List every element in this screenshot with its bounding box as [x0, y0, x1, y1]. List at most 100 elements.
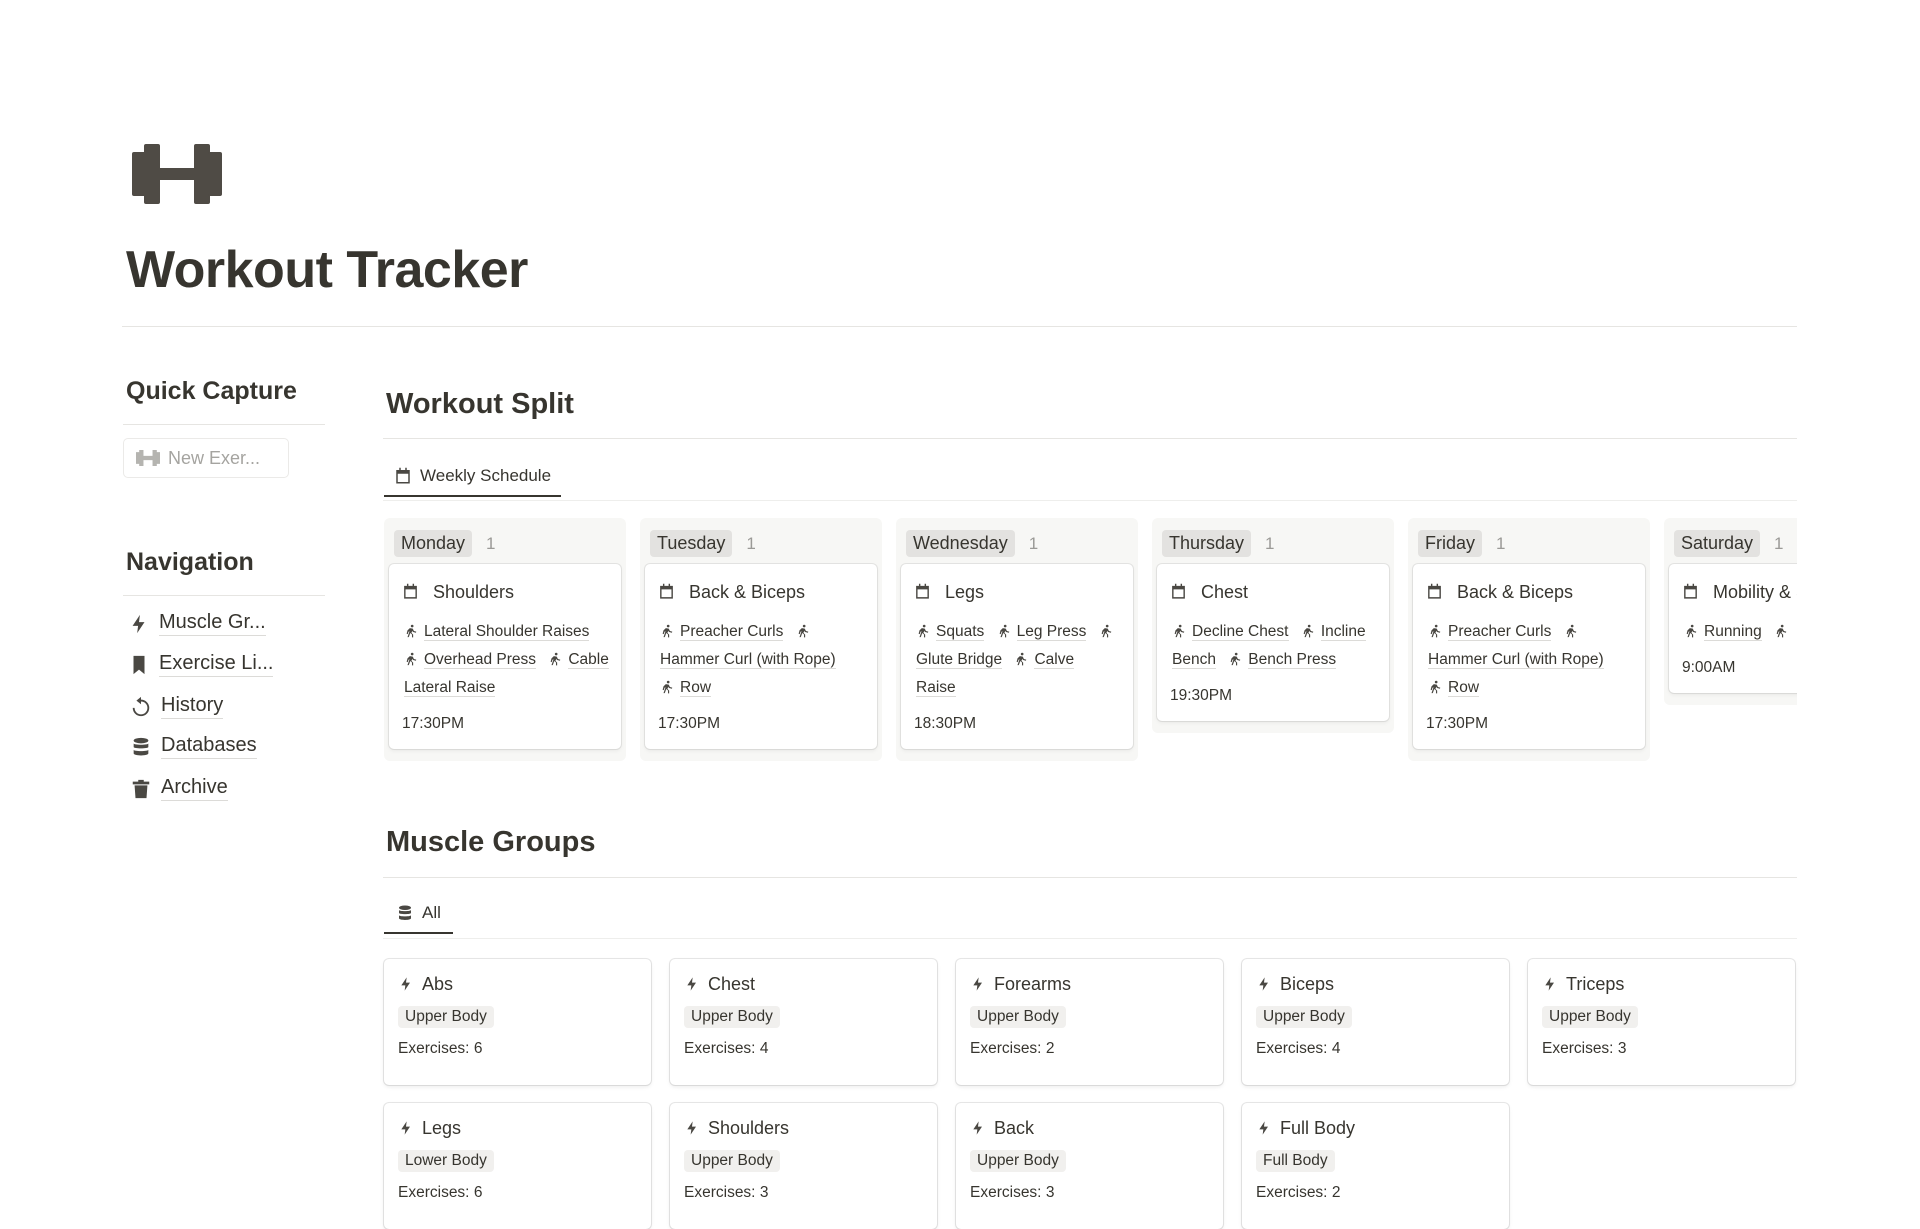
- day-label: Tuesday: [650, 530, 733, 557]
- exercise-link[interactable]: Decline Chest: [1172, 623, 1289, 641]
- exercise-link[interactable]: Running: [1684, 623, 1762, 641]
- muscle-group-card[interactable]: Forearms Upper Body Exercises: 2: [956, 959, 1223, 1085]
- tab-weekly-schedule[interactable]: Weekly Schedule: [384, 457, 562, 497]
- nav-label: History: [161, 694, 224, 719]
- column-count: 1: [1265, 533, 1275, 553]
- board-column-thursday: Thursday 1 Chest Decline Chest Incline Ben…: [1152, 518, 1394, 733]
- body-region-tag: Upper Body: [398, 1006, 494, 1028]
- column-count: 1: [1496, 533, 1506, 553]
- count-label: Exercises:: [684, 1040, 756, 1057]
- bolt-icon: [1259, 1121, 1268, 1135]
- exercise-link[interactable]: Row: [660, 679, 712, 697]
- muscle-group-card[interactable]: Back Upper Body Exercises: 3: [956, 1103, 1223, 1229]
- muscle-group-card[interactable]: Full Body Full Body Exercises: 2: [1242, 1103, 1509, 1229]
- exercise-link[interactable]: Leg Press: [997, 623, 1087, 641]
- exercise-name: Glute Bridge: [916, 651, 1003, 669]
- count-label: Exercises:: [970, 1040, 1042, 1057]
- database-icon: [133, 737, 149, 755]
- card-title: Back & Biceps: [1457, 582, 1574, 602]
- exercise-name: Row: [1448, 679, 1480, 697]
- exercise-list: Decline Chest Incline Bench Bench Press: [1170, 618, 1377, 674]
- exercise-name: Lateral Shoulder Raises: [424, 623, 590, 641]
- divider: [383, 500, 1797, 501]
- tab-all[interactable]: All: [384, 894, 453, 934]
- card-title: Shoulders: [433, 582, 515, 602]
- dumbbell-icon: [136, 450, 160, 466]
- exercise-link[interactable]: [1774, 623, 1794, 640]
- trash-icon: [132, 779, 150, 798]
- exercise-list: Preacher Curls Hammer Curl (with Rope) R…: [1426, 618, 1633, 702]
- workout-card[interactable]: Chest Decline Chest Incline Bench Bench P…: [1157, 564, 1389, 721]
- exercise-name: Running: [1704, 623, 1762, 641]
- exercise-count: Exercises: 6: [398, 1040, 637, 1058]
- exercise-name: Hammer Curl (with Rope): [660, 651, 836, 669]
- bolt-icon: [1259, 977, 1268, 991]
- exercise-list: Preacher Curls Hammer Curl (with Rope) R…: [658, 618, 865, 702]
- runner-icon: [1174, 624, 1185, 638]
- dumbbell-icon: [132, 144, 222, 204]
- muscle-group-name: Triceps: [1566, 973, 1625, 994]
- count-label: Exercises:: [1256, 1184, 1328, 1201]
- exercise-list: Running: [1682, 618, 1797, 646]
- exercise-link[interactable]: Preacher Curls: [1428, 623, 1552, 641]
- nav-history[interactable]: History: [130, 694, 224, 719]
- workout-card[interactable]: Back & Biceps Preacher Curls Hammer Curl …: [645, 564, 877, 749]
- bolt-icon: [401, 977, 410, 991]
- exercise-link[interactable]: Squats: [916, 623, 985, 641]
- nav-archive[interactable]: Archive: [130, 776, 228, 801]
- count-label: Exercises:: [1256, 1040, 1328, 1057]
- muscle-group-card[interactable]: Legs Lower Body Exercises: 6: [384, 1103, 651, 1229]
- exercise-count: Exercises: 4: [1256, 1040, 1495, 1058]
- muscle-group-name: Shoulders: [708, 1117, 790, 1138]
- divider: [123, 595, 325, 596]
- count-value: 6: [473, 1184, 483, 1201]
- body-region-tag: Upper Body: [1256, 1006, 1352, 1028]
- body-region-tag: Upper Body: [684, 1150, 780, 1172]
- column-header: Wednesday 1: [901, 523, 1133, 564]
- workout-card[interactable]: Shoulders Lateral Shoulder Raises Overhea…: [389, 564, 621, 749]
- calendar-icon: [916, 583, 929, 599]
- workout-card[interactable]: Mobility & Stretching Running 9:00AM: [1669, 564, 1797, 693]
- column-count: 1: [1774, 533, 1784, 553]
- runner-icon: [662, 624, 673, 638]
- card-title: Chest: [1201, 582, 1249, 602]
- page-title: Workout Tracker: [126, 241, 528, 299]
- runner-icon: [1776, 624, 1787, 638]
- workout-card[interactable]: Legs Squats Leg Press Glute Bridge Calve …: [901, 564, 1133, 749]
- exercise-list: Lateral Shoulder Raises Overhead Press C…: [402, 618, 609, 702]
- count-value: 6: [473, 1040, 483, 1057]
- exercise-link[interactable]: Bench Press: [1228, 651, 1337, 669]
- muscle-group-card[interactable]: Triceps Upper Body Exercises: 3: [1528, 959, 1795, 1085]
- exercise-link[interactable]: Overhead Press: [404, 651, 536, 669]
- bolt-icon: [687, 977, 696, 991]
- exercise-name: Overhead Press: [424, 651, 536, 669]
- nav-databases[interactable]: Databases: [130, 734, 257, 759]
- exercise-link[interactable]: Preacher Curls: [660, 623, 784, 641]
- muscle-group-card[interactable]: Biceps Upper Body Exercises: 4: [1242, 959, 1509, 1085]
- exercise-link[interactable]: Row: [1428, 679, 1480, 697]
- calendar-icon: [1428, 583, 1441, 599]
- runner-icon: [550, 652, 561, 666]
- exercise-link[interactable]: Lateral Shoulder Raises: [404, 623, 590, 641]
- exercise-name: Leg Press: [1016, 623, 1087, 641]
- muscle-group-card[interactable]: Abs Upper Body Exercises: 6: [384, 959, 651, 1085]
- nav-exercise-library[interactable]: Exercise Li...: [128, 652, 274, 677]
- count-label: Exercises:: [970, 1184, 1042, 1201]
- workout-time: 17:30PM: [1426, 715, 1489, 732]
- column-header: Thursday 1: [1157, 523, 1389, 564]
- new-exercise-button[interactable]: New Exer...: [123, 438, 289, 478]
- column-header: Saturday 1: [1669, 523, 1797, 564]
- muscle-group-card[interactable]: Chest Upper Body Exercises: 4: [670, 959, 937, 1085]
- workout-card[interactable]: Back & Biceps Preacher Curls Hammer Curl …: [1413, 564, 1645, 749]
- new-exercise-label: New Exer...: [168, 447, 261, 468]
- muscle-group-name: Back: [994, 1117, 1035, 1138]
- calendar-icon: [404, 583, 417, 599]
- card-title: Legs: [945, 582, 985, 602]
- body-region-tag: Upper Body: [970, 1006, 1066, 1028]
- muscle-groups-heading: Muscle Groups: [386, 826, 596, 858]
- bolt-icon: [973, 977, 982, 991]
- workout-split-heading: Workout Split: [386, 388, 574, 420]
- muscle-group-card[interactable]: Shoulders Upper Body Exercises: 3: [670, 1103, 937, 1229]
- nav-muscle-groups[interactable]: Muscle Gr...: [128, 611, 266, 636]
- calendar-icon: [660, 583, 673, 599]
